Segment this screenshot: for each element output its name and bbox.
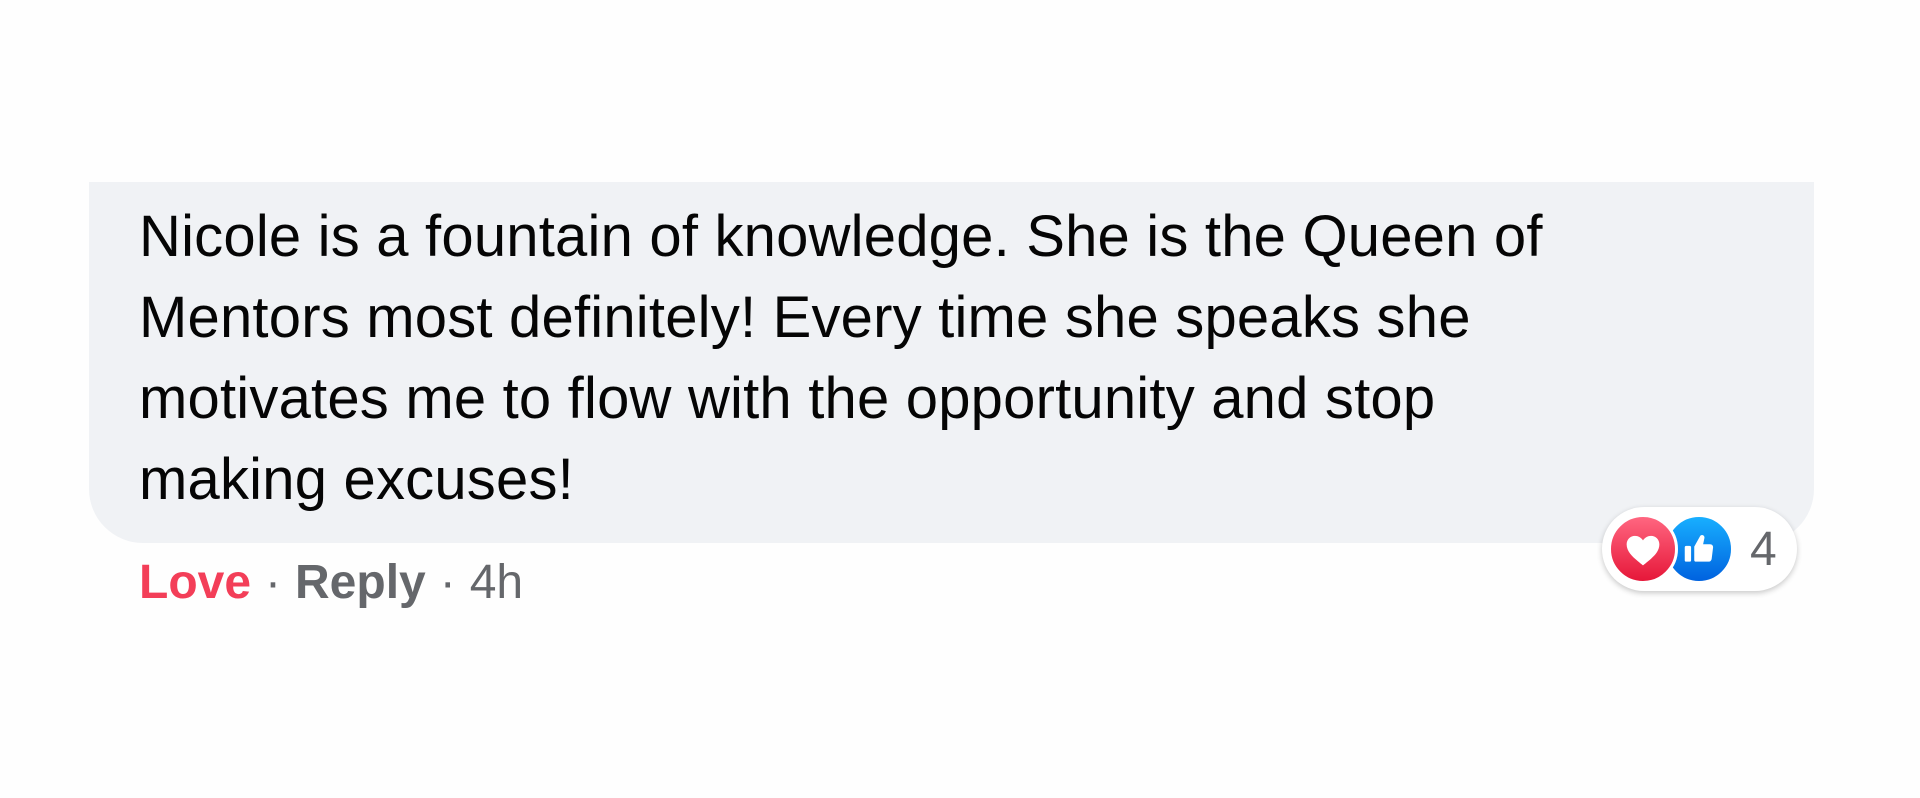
separator-dot: · — [265, 555, 282, 609]
reactions-summary[interactable]: 4 — [1602, 507, 1797, 591]
love-button[interactable]: Love — [139, 555, 251, 610]
reaction-count: 4 — [1750, 522, 1777, 576]
comment-bubble: Nicole is a fountain of knowledge. She i… — [89, 182, 1814, 543]
comment-text: Nicole is a fountain of knowledge. She i… — [139, 204, 1543, 512]
love-reaction-icon — [1608, 514, 1678, 584]
separator-dot: · — [439, 555, 456, 609]
comment-timestamp[interactable]: 4h — [470, 555, 523, 610]
reply-button[interactable]: Reply — [295, 555, 426, 610]
comment-screenshot: Nicole is a fountain of knowledge. She i… — [0, 0, 1920, 798]
comment-actions: Love · Reply · 4h — [139, 552, 523, 612]
